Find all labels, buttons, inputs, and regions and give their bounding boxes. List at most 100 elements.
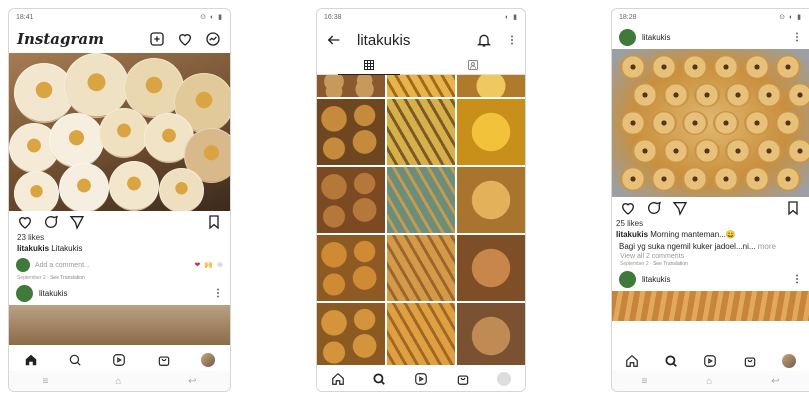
- grid-post-thumbnail[interactable]: [317, 99, 385, 165]
- cookie: [725, 83, 751, 107]
- cookie: [787, 139, 809, 163]
- bottom-nav: [317, 367, 525, 391]
- see-translation-link[interactable]: See Translation: [50, 275, 85, 281]
- reels-icon[interactable]: [412, 370, 430, 388]
- see-translation-link[interactable]: See Translation: [653, 261, 688, 267]
- heart-icon[interactable]: [176, 30, 194, 48]
- cookie: [694, 139, 720, 163]
- avatar[interactable]: [619, 270, 636, 288]
- next-post-photo[interactable]: [612, 291, 809, 321]
- cookie: [632, 83, 658, 107]
- home-icon[interactable]: [623, 352, 641, 370]
- grid-post-thumbnail[interactable]: [457, 167, 525, 233]
- back-icon[interactable]: ↩: [771, 376, 779, 387]
- cookie: [682, 111, 708, 135]
- grid-post-thumbnail[interactable]: [317, 235, 385, 301]
- grid-post-thumbnail[interactable]: [387, 303, 455, 365]
- cookie: [663, 83, 689, 107]
- messenger-icon[interactable]: [204, 30, 222, 48]
- home-button-icon[interactable]: ⌂: [706, 376, 712, 387]
- menu-icon[interactable]: ≡: [641, 376, 647, 387]
- shop-icon[interactable]: [454, 370, 472, 388]
- new-post-icon[interactable]: [148, 30, 166, 48]
- reels-icon[interactable]: [110, 351, 128, 369]
- status-time: 18:28: [619, 13, 637, 21]
- post-photo[interactable]: [612, 49, 809, 197]
- reaction-heart[interactable]: ❤: [195, 261, 201, 269]
- share-icon[interactable]: [671, 199, 689, 217]
- grid-post-thumbnail[interactable]: [387, 235, 455, 301]
- cookie: [682, 167, 708, 191]
- profile-avatar-icon[interactable]: [199, 351, 217, 369]
- grid-post-thumbnail[interactable]: [387, 99, 455, 165]
- grid-post-thumbnail[interactable]: [457, 235, 525, 301]
- comment-icon[interactable]: [645, 199, 663, 217]
- profile-avatar-icon[interactable]: [780, 352, 798, 370]
- notification-bell-icon[interactable]: [475, 31, 493, 49]
- grid-post-thumbnail[interactable]: [457, 75, 525, 97]
- menu-icon[interactable]: ≡: [42, 376, 48, 387]
- tab-tagged[interactable]: [421, 55, 525, 74]
- cookie: [694, 83, 720, 107]
- view-all-comments-link[interactable]: View all 2 comments: [612, 252, 809, 261]
- shop-icon[interactable]: [155, 351, 173, 369]
- bookmark-icon[interactable]: [205, 213, 223, 231]
- profile-avatar-icon[interactable]: [495, 370, 513, 388]
- reaction-clap[interactable]: 🙌: [204, 261, 213, 269]
- search-icon[interactable]: [370, 370, 388, 388]
- phone-post-screen: 18:28 ⊙ ◐ ▮ litakukis ⋮ 25 likes litakuk…: [611, 8, 809, 392]
- grid-post-thumbnail[interactable]: [317, 167, 385, 233]
- more-options-icon[interactable]: ⋮: [213, 288, 223, 299]
- reaction-add[interactable]: ⊕: [217, 261, 223, 269]
- grid-post-thumbnail[interactable]: [387, 167, 455, 233]
- avatar[interactable]: [16, 284, 33, 302]
- tagged-icon: [468, 59, 478, 70]
- home-button-icon[interactable]: ⌂: [115, 376, 121, 387]
- more-options-icon[interactable]: ⋮: [792, 32, 802, 43]
- post-username[interactable]: litakukis: [642, 275, 670, 284]
- post-username[interactable]: litakukis: [39, 289, 67, 298]
- profile-username: litakukis: [357, 31, 411, 49]
- cookie-jar: [59, 163, 109, 211]
- home-icon[interactable]: [22, 351, 40, 369]
- post-photo[interactable]: [9, 53, 230, 211]
- grid-post-thumbnail[interactable]: [457, 303, 525, 365]
- status-bar: 16:38 ◐ ▮: [317, 9, 525, 25]
- cookie: [756, 139, 782, 163]
- grid-icon: [364, 59, 374, 70]
- reels-icon[interactable]: [701, 352, 719, 370]
- bookmark-icon[interactable]: [784, 199, 802, 217]
- next-post-photo[interactable]: [9, 305, 230, 345]
- tab-grid[interactable]: [317, 55, 421, 75]
- avatar[interactable]: [619, 28, 636, 46]
- like-count[interactable]: 23 likes: [9, 233, 230, 242]
- grid-post-thumbnail[interactable]: [317, 303, 385, 365]
- grid-post-thumbnail[interactable]: [387, 75, 455, 97]
- shop-icon[interactable]: [741, 352, 759, 370]
- grid-post-thumbnail[interactable]: [317, 75, 385, 97]
- comment-icon[interactable]: [42, 213, 60, 231]
- share-icon[interactable]: [68, 213, 86, 231]
- caption-user[interactable]: litakukis: [17, 244, 49, 253]
- grid-post-thumbnail[interactable]: [457, 99, 525, 165]
- like-icon[interactable]: [16, 213, 34, 231]
- status-bar: 18:28 ⊙ ◐ ▮: [612, 9, 809, 25]
- back-arrow-icon[interactable]: [325, 31, 343, 49]
- search-icon[interactable]: [662, 352, 680, 370]
- cookie: [744, 111, 770, 135]
- caption-more-link[interactable]: more: [758, 242, 776, 251]
- like-icon[interactable]: [619, 199, 637, 217]
- more-options-icon[interactable]: ⋮: [507, 35, 517, 46]
- post-username[interactable]: litakukis: [642, 33, 670, 42]
- like-count[interactable]: 25 likes: [612, 219, 809, 228]
- caption-user[interactable]: litakukis: [616, 230, 648, 239]
- post-actions: [612, 197, 809, 219]
- search-icon[interactable]: [66, 351, 84, 369]
- status-bar: 18:41 ⊙ ◐ ▮: [9, 9, 230, 25]
- more-options-icon[interactable]: ⋮: [792, 274, 802, 285]
- cookie: [620, 167, 646, 191]
- back-icon[interactable]: ↩: [188, 376, 196, 387]
- add-comment-input[interactable]: Add a comment...: [35, 262, 190, 269]
- home-icon[interactable]: [329, 370, 347, 388]
- cookie: [775, 111, 801, 135]
